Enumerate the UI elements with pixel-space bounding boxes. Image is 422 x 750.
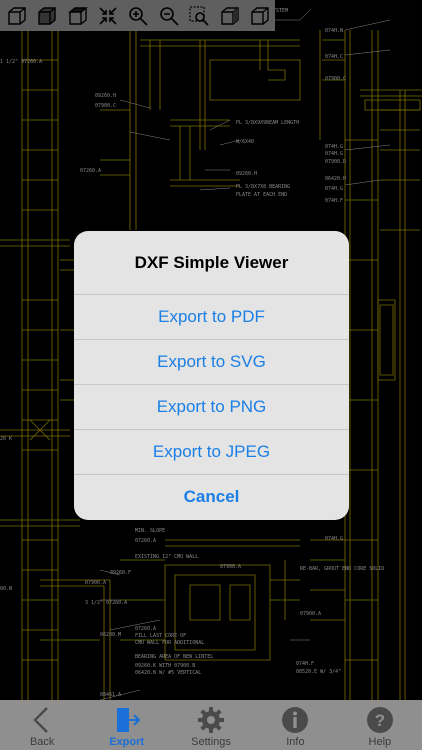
tab-label: Back [29, 736, 55, 748]
tab-info[interactable]: Info [253, 700, 337, 750]
tab-label: Export [109, 736, 145, 748]
export-png-button[interactable]: Export to PNG [74, 384, 349, 429]
tab-export[interactable]: Export [84, 700, 168, 750]
export-icon [116, 708, 141, 732]
gear-icon [198, 707, 225, 733]
tab-back[interactable]: Back [0, 700, 84, 750]
dialog-title: DXF Simple Viewer [134, 252, 289, 272]
export-svg-button[interactable]: Export to SVG [74, 339, 349, 384]
export-jpeg-button[interactable]: Export to JPEG [74, 429, 349, 474]
info-icon [282, 707, 309, 733]
svg-text:?: ? [375, 711, 385, 730]
tab-label: Help [368, 736, 392, 748]
tab-settings[interactable]: Settings [169, 700, 253, 750]
tab-bar: Back Export Settings Info ? Help [0, 700, 422, 750]
help-icon: ? [366, 707, 393, 733]
cancel-button[interactable]: Cancel [74, 474, 349, 519]
tab-label: Info [286, 736, 305, 748]
tab-label: Settings [191, 736, 231, 748]
tab-help[interactable]: ? Help [338, 700, 422, 750]
chevron-left-icon [33, 707, 49, 733]
export-pdf-button[interactable]: Export to PDF [74, 294, 349, 339]
export-dialog: DXF Simple Viewer Export to PDF Export t… [74, 231, 349, 520]
